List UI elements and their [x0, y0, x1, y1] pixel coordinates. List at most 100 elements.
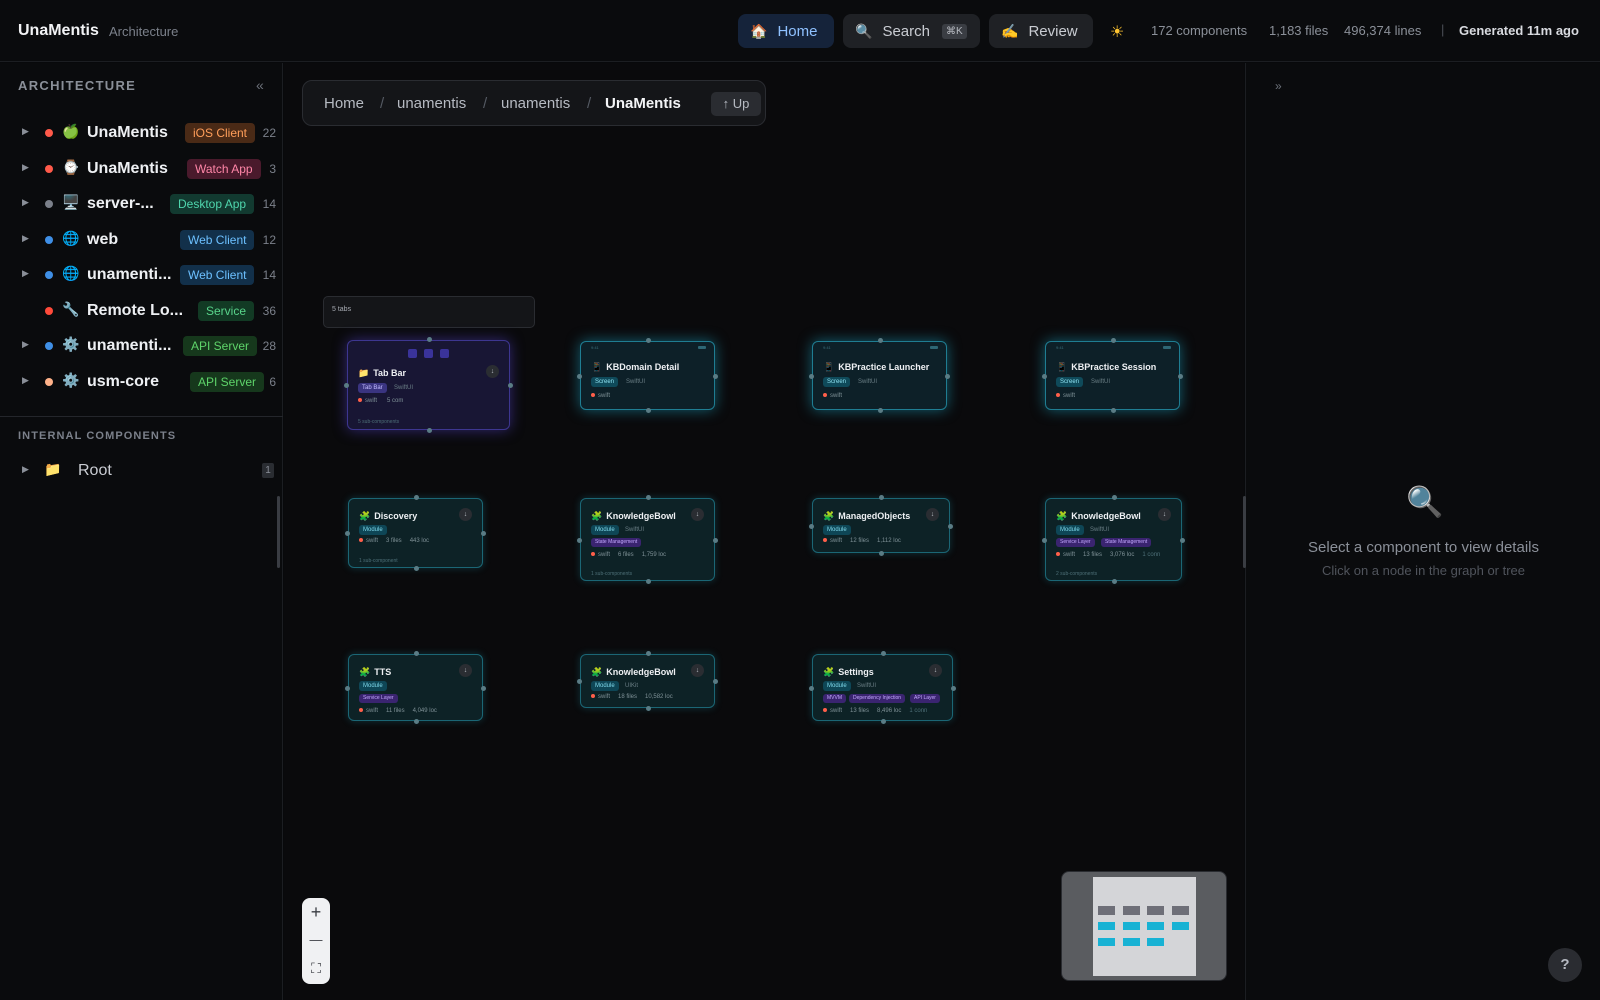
- tree-item[interactable]: ▶ 🖥️ server-... Desktop App 14: [0, 187, 283, 221]
- node-port[interactable]: [645, 408, 651, 413]
- node-port[interactable]: [1110, 338, 1116, 343]
- node-port[interactable]: [713, 537, 718, 543]
- graph-node-settings[interactable]: 🧩 Settings Module SwiftUI MVVM Dependency…: [812, 654, 953, 721]
- node-port[interactable]: [413, 566, 419, 571]
- node-port[interactable]: [577, 537, 582, 543]
- node-port[interactable]: [879, 551, 884, 556]
- details-resize-handle[interactable]: [1243, 496, 1246, 568]
- graph-node-knowledgebowl-2[interactable]: 🧩 KnowledgeBowl Module SwiftUI Service La…: [1045, 498, 1182, 581]
- graph-node-discovery[interactable]: 🧩 Discovery Module swift 3 files 443 loc 1 …: [348, 498, 483, 568]
- node-port[interactable]: [877, 408, 883, 413]
- node-port[interactable]: [1178, 373, 1183, 379]
- node-port[interactable]: [713, 679, 718, 684]
- expand-arrow-icon[interactable]: ▶: [22, 268, 29, 279]
- sidebar-resize-handle[interactable]: [277, 496, 280, 568]
- sun-icon[interactable]: ☀: [1110, 22, 1124, 42]
- expand-node-button[interactable]: ↓: [691, 664, 704, 677]
- node-port[interactable]: [481, 531, 486, 536]
- expand-arrow-icon[interactable]: ▶: [22, 375, 29, 386]
- node-port[interactable]: [645, 579, 651, 584]
- node-port[interactable]: [951, 685, 956, 691]
- node-port[interactable]: [809, 373, 814, 379]
- expand-node-button[interactable]: ↓: [691, 508, 704, 521]
- fit-view-button[interactable]: ⛶: [302, 954, 330, 982]
- expand-node-button[interactable]: ↓: [1158, 508, 1171, 521]
- details-expand-icon[interactable]: »: [1275, 79, 1282, 93]
- node-port[interactable]: [1180, 537, 1185, 543]
- node-port[interactable]: [1110, 408, 1116, 413]
- node-port[interactable]: [344, 383, 349, 388]
- node-port[interactable]: [1042, 537, 1047, 543]
- node-port[interactable]: [945, 373, 950, 379]
- node-port[interactable]: [713, 373, 718, 379]
- node-port[interactable]: [1111, 579, 1117, 584]
- expand-arrow-icon[interactable]: ▶: [22, 233, 29, 244]
- node-port[interactable]: [879, 495, 884, 500]
- tree-item[interactable]: ▶ 🍏 UnaMentis iOS Client 22: [0, 116, 283, 150]
- breadcrumb-unamentis[interactable]: unamentis: [397, 95, 466, 112]
- node-port[interactable]: [809, 685, 814, 691]
- expand-node-button[interactable]: ↓: [929, 664, 942, 677]
- node-port[interactable]: [413, 651, 419, 656]
- expand-node-button[interactable]: ↓: [486, 365, 499, 378]
- breadcrumb-unamentis-2[interactable]: unamentis: [501, 95, 570, 112]
- tree-item[interactable]: ▶ 🌐 web Web Client 12: [0, 223, 283, 257]
- node-port[interactable]: [345, 531, 350, 536]
- minimap[interactable]: [1061, 871, 1227, 981]
- expand-arrow-icon[interactable]: ▶: [22, 126, 29, 137]
- graph-node-kbpractice-launcher[interactable]: 9:41 📱 KBPractice Launcher Screen SwiftUI…: [812, 341, 947, 410]
- node-port[interactable]: [577, 373, 582, 379]
- tree-item[interactable]: ▶ ⚙️ unamenti... API Server 28: [0, 329, 283, 363]
- graph-node-kbpractice-session[interactable]: 9:41 📱 KBPractice Session Screen SwiftUI …: [1045, 341, 1180, 410]
- tree-item[interactable]: ▶ ⚙️ usm-core API Server 6: [0, 365, 283, 399]
- graph-node-knowledgebowl-3[interactable]: 🧩 KnowledgeBowl Module UIKit swift 18 file…: [580, 654, 715, 708]
- node-port[interactable]: [1111, 495, 1117, 500]
- node-port[interactable]: [426, 337, 432, 342]
- node-port[interactable]: [481, 685, 486, 691]
- up-button[interactable]: ↑ Up: [711, 92, 761, 116]
- expand-arrow-icon[interactable]: ▶: [22, 339, 29, 350]
- node-port[interactable]: [413, 719, 419, 724]
- sidebar-collapse-icon[interactable]: «: [256, 77, 264, 93]
- node-port[interactable]: [645, 338, 651, 343]
- node-port[interactable]: [645, 651, 651, 656]
- tree-item[interactable]: ▶ 🌐 unamenti... Web Client 14: [0, 258, 283, 292]
- node-port[interactable]: [877, 338, 883, 343]
- graph-node-kbdomain-detail[interactable]: 9:41 📱 KBDomain Detail Screen SwiftUI swi…: [580, 341, 715, 410]
- node-port[interactable]: [413, 495, 419, 500]
- expand-arrow-icon[interactable]: ▶: [22, 162, 29, 173]
- graph-node-tts[interactable]: 🧩 TTS Module Service Layer swift 11 files 4…: [348, 654, 483, 721]
- zoom-in-button[interactable]: +: [302, 898, 330, 926]
- node-port[interactable]: [880, 719, 886, 724]
- home-button[interactable]: 🏠 Home: [738, 14, 834, 48]
- tree-item[interactable]: 🔧 Remote Lo... Service 36: [0, 294, 283, 328]
- node-port[interactable]: [645, 706, 651, 711]
- node-port[interactable]: [880, 651, 886, 656]
- node-port[interactable]: [948, 523, 953, 529]
- expand-node-button[interactable]: ↓: [459, 508, 472, 521]
- tree-item-root[interactable]: ▶ 📁 Root 1: [0, 454, 283, 488]
- graph-node-managedobjects[interactable]: 🧩 ManagedObjects Module swift 12 files 1,11…: [812, 498, 950, 553]
- graph-canvas[interactable]: Home / unamentis / unamentis / UnaMentis…: [284, 63, 1244, 1000]
- node-port[interactable]: [345, 685, 350, 691]
- node-port[interactable]: [645, 495, 651, 500]
- help-button[interactable]: ?: [1548, 948, 1582, 982]
- node-port[interactable]: [426, 428, 432, 433]
- graph-node-tab-bar[interactable]: 📁 Tab Bar Tab Bar SwiftUI swift 5 com 5 su…: [347, 340, 510, 430]
- review-button[interactable]: ✍️ Review: [989, 14, 1093, 48]
- node-port[interactable]: [508, 383, 513, 388]
- search-button[interactable]: 🔍 Search ⌘K: [843, 14, 980, 48]
- zoom-out-button[interactable]: —: [302, 926, 330, 954]
- node-port[interactable]: [577, 679, 582, 684]
- node-port[interactable]: [1042, 373, 1047, 379]
- node-port[interactable]: [809, 523, 814, 529]
- tree-item[interactable]: ▶ ⌚ UnaMentis Watch App 3: [0, 152, 283, 186]
- expand-node-button[interactable]: ↓: [459, 664, 472, 677]
- graph-node-knowledgebowl-1[interactable]: 🧩 KnowledgeBowl Module SwiftUI State Mana…: [580, 498, 715, 581]
- puzzle-icon: 🧩: [359, 667, 371, 677]
- phone-icon: 📱: [823, 362, 835, 372]
- expand-arrow-icon[interactable]: ▶: [22, 197, 29, 208]
- expand-arrow-icon[interactable]: ▶: [22, 464, 29, 475]
- expand-node-button[interactable]: ↓: [926, 508, 939, 521]
- breadcrumb-home[interactable]: Home: [324, 95, 364, 112]
